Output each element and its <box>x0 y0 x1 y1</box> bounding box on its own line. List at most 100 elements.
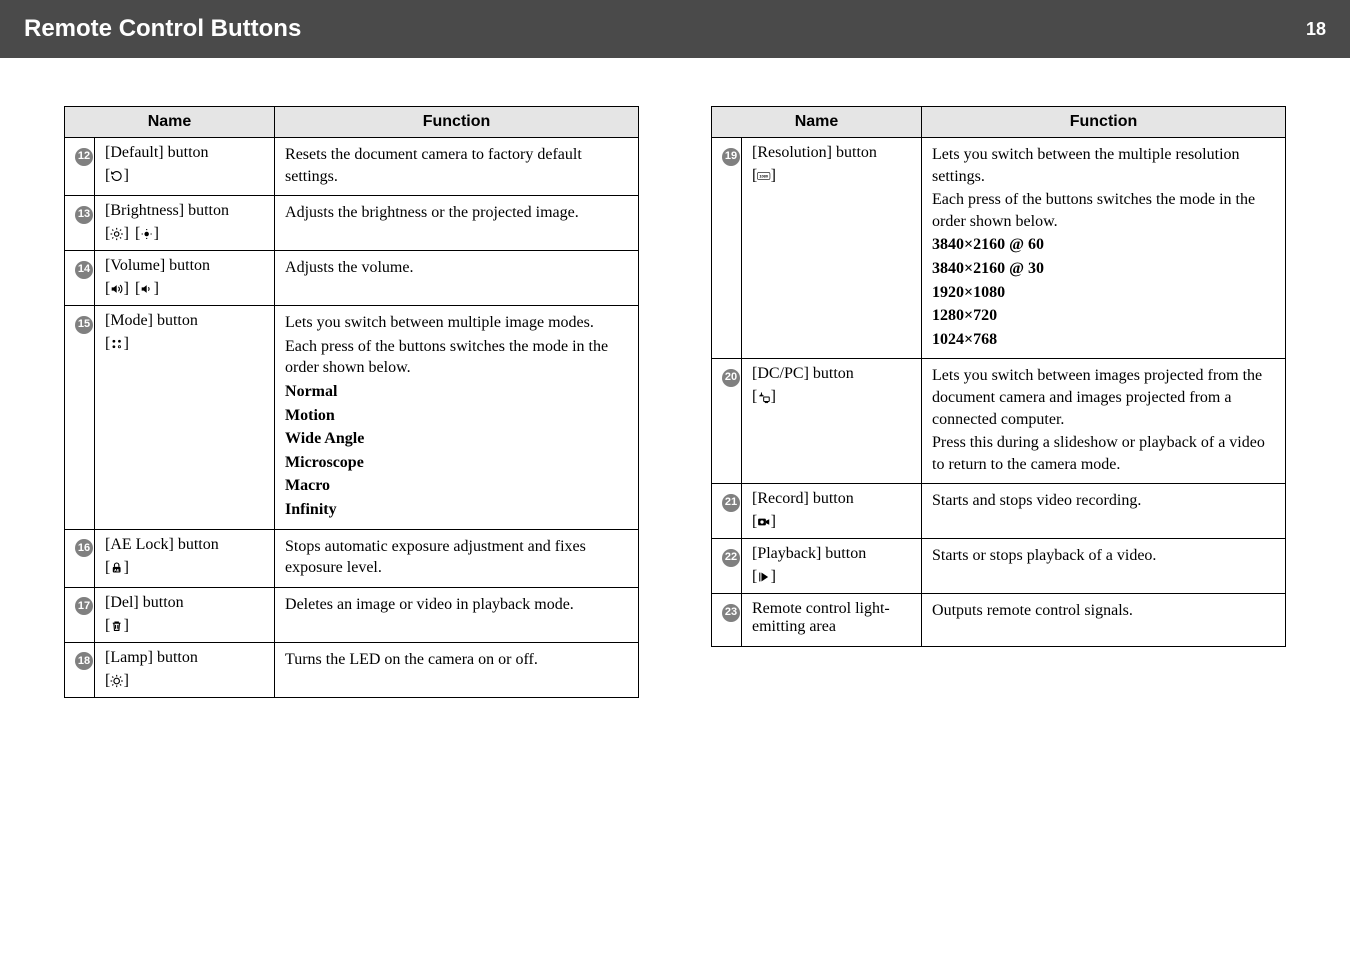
right-table: Name Function 19[Resolution] button[1080… <box>711 106 1286 647</box>
left-table: Name Function 12[Default] button[]Resets… <box>64 106 639 698</box>
table-row: 22[Playback] button[]Starts or stops pla… <box>712 539 1286 594</box>
function-line: Motion <box>285 405 628 427</box>
function-line: Turns the LED on the camera on or off. <box>285 649 628 671</box>
button-name-cell: [Default] button[] <box>95 138 275 196</box>
button-label: [AE Lock] button <box>105 536 264 554</box>
function-cell: Lets you switch between images projected… <box>922 359 1286 484</box>
button-name-cell: [Del] button [] <box>95 587 275 642</box>
table-row: 19[Resolution] button[1080]Lets you swit… <box>712 138 1286 359</box>
row-index: 21 <box>712 484 742 539</box>
button-label: [Del] button <box>105 594 264 612</box>
table-row: 20 [DC/PC] button [] Lets you switch betwee… <box>712 359 1286 484</box>
function-line: 1920×1080 <box>932 282 1275 304</box>
table-row: 17 [Del] button [] Deletes an image or vide… <box>65 587 639 642</box>
function-line: Outputs remote control signals. <box>932 600 1275 622</box>
row-index: 23 <box>712 594 742 647</box>
button-name-cell: [Mode] button [] <box>95 306 275 529</box>
button-name-cell: Remote control light-emitting area <box>742 594 922 647</box>
function-cell: Lets you switch between multiple image m… <box>275 306 639 529</box>
number-badge: 17 <box>75 597 93 615</box>
function-line: 3840×2160 @ 60 <box>932 234 1275 256</box>
row-index: 12 <box>65 138 95 196</box>
function-line: Lets you switch between the multiple res… <box>932 144 1275 187</box>
icon-row: [] <box>105 671 264 691</box>
function-line: Press this during a slideshow or playbac… <box>932 432 1275 475</box>
col-header-function: Function <box>922 107 1286 138</box>
function-line: 1024×768 <box>932 329 1275 351</box>
number-badge: 22 <box>722 549 740 567</box>
function-line: 3840×2160 @ 30 <box>932 258 1275 280</box>
function-line: Deletes an image or video in playback mo… <box>285 594 628 616</box>
icon-row: [AE] <box>105 558 264 578</box>
function-line: Starts or stops playback of a video. <box>932 545 1275 567</box>
col-header-function: Function <box>275 107 639 138</box>
row-index: 13 <box>65 196 95 251</box>
lamp-icon: [] <box>105 671 129 691</box>
table-row: 13[Brightness] button[][]Adjusts the bri… <box>65 196 639 251</box>
button-label: [Mode] button <box>105 312 264 330</box>
page-title: Remote Control Buttons <box>24 15 301 43</box>
button-label: Remote control light-emitting area <box>752 600 911 636</box>
function-cell: Deletes an image or video in playback mo… <box>275 587 639 642</box>
function-line: Adjusts the volume. <box>285 257 628 279</box>
record-icon: [] <box>752 512 776 532</box>
function-cell: Stops automatic exposure adjustment and … <box>275 529 639 587</box>
function-line: Stops automatic exposure adjustment and … <box>285 536 628 579</box>
button-label: [Playback] button <box>752 545 911 563</box>
row-index: 15 <box>65 306 95 529</box>
mode-icon: [] <box>105 334 129 354</box>
function-cell: Lets you switch between the multiple res… <box>922 138 1286 359</box>
button-label: [Resolution] button <box>752 144 911 162</box>
function-line: Resets the document camera to factory de… <box>285 144 628 187</box>
table-row: 12[Default] button[]Resets the document … <box>65 138 639 196</box>
number-badge: 13 <box>75 206 93 224</box>
number-badge: 21 <box>722 494 740 512</box>
icon-row: [] <box>752 387 911 407</box>
number-badge: 18 <box>75 652 93 670</box>
brightness-down-icon: [] <box>135 224 159 244</box>
number-badge: 15 <box>75 316 93 334</box>
brightness-up-icon: [] <box>105 224 129 244</box>
number-badge: 16 <box>75 539 93 557</box>
button-name-cell: [DC/PC] button [] <box>742 359 922 484</box>
icon-row: [] [] <box>105 224 264 244</box>
volume-down-icon: [] <box>135 279 159 299</box>
left-column: Name Function 12[Default] button[]Resets… <box>64 106 639 698</box>
dc-pc-icon: [] <box>752 387 776 407</box>
svg-text:AE: AE <box>114 567 120 572</box>
row-index: 17 <box>65 587 95 642</box>
delete-icon: [] <box>105 616 129 636</box>
function-cell: Turns the LED on the camera on or off. <box>275 642 639 697</box>
table-row: 15 [Mode] button [] Lets you switch between… <box>65 306 639 529</box>
resolution-1080-icon: [1080] <box>752 166 776 186</box>
icon-row: [] <box>105 166 264 186</box>
button-label: [DC/PC] button <box>752 365 911 383</box>
icon-row: [] <box>752 512 911 532</box>
function-cell: Starts or stops playback of a video. <box>922 539 1286 594</box>
table-row: 21[Record] button[]Starts and stops vide… <box>712 484 1286 539</box>
page-number: 18 <box>1306 19 1326 40</box>
button-name-cell: [Lamp] button [] <box>95 642 275 697</box>
page-header: Remote Control Buttons 18 <box>0 0 1350 58</box>
function-line: Normal <box>285 381 628 403</box>
number-badge: 23 <box>722 604 740 622</box>
function-line: Infinity <box>285 499 628 521</box>
row-index: 20 <box>712 359 742 484</box>
icon-row: [] <box>105 616 264 636</box>
row-index: 22 <box>712 539 742 594</box>
function-cell: Adjusts the volume. <box>275 251 639 306</box>
button-label: [Lamp] button <box>105 649 264 667</box>
function-line: Starts and stops video recording. <box>932 490 1275 512</box>
svg-text:1080: 1080 <box>760 174 770 179</box>
ae-lock-icon: [AE] <box>105 558 129 578</box>
function-cell: Resets the document camera to factory de… <box>275 138 639 196</box>
button-name-cell: [Volume] button[][] <box>95 251 275 306</box>
function-line: Microscope <box>285 452 628 474</box>
function-line: Lets you switch between multiple image m… <box>285 312 628 334</box>
function-line: Each press of the buttons switches the m… <box>285 336 628 379</box>
right-column: Name Function 19[Resolution] button[1080… <box>711 106 1286 698</box>
function-line: Wide Angle <box>285 428 628 450</box>
function-cell: Starts and stops video recording. <box>922 484 1286 539</box>
button-name-cell: [Brightness] button[][] <box>95 196 275 251</box>
function-cell: Outputs remote control signals. <box>922 594 1286 647</box>
